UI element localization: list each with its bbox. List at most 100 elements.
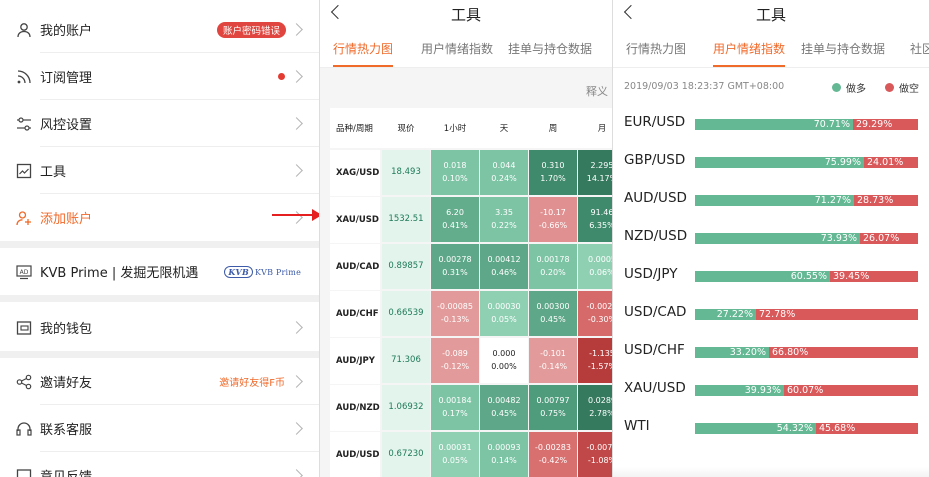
heatmap-row[interactable]: AUD/CHF 0.66539 -0.00085 -0.13% 0.00030 0.05%… — [330, 291, 612, 337]
menu-item-subscriptions[interactable]: 订阅管理 — [0, 53, 319, 100]
tab-heatmap[interactable]: 行情热力图 — [333, 40, 393, 57]
back-icon[interactable] — [623, 4, 639, 20]
heatmap-symbol: AUD/CAD — [330, 244, 380, 290]
sentiment-row[interactable]: USD/CHF 33.20% 66.80% — [613, 333, 929, 371]
heatmap-cell-percent: 0.22% — [491, 221, 517, 230]
heatmap-row[interactable]: AUD/CAD 0.89857 0.00278 0.31% 0.00412 0.46% 0.… — [330, 244, 612, 290]
long-percent-label: 73.93% — [820, 233, 857, 244]
heatmap-cell-change: -0.101 — [540, 349, 566, 358]
column-header: 1小时 — [443, 124, 467, 134]
heatmap-cell-change: 6.20 — [446, 208, 464, 217]
tab-orders-positions[interactable]: 挂单与持仓数据 — [801, 40, 885, 57]
heatmap-cell-percent: 0.10% — [442, 174, 468, 183]
heatmap-cell: 0.00031 0.05% — [431, 432, 479, 477]
heatmap-cell-change: -0.00283 — [535, 443, 571, 452]
tab-sentiment[interactable]: 用户情绪指数 — [421, 40, 493, 57]
chevron-right-icon — [290, 422, 303, 435]
heatmap-cell-percent: 0.31% — [442, 268, 468, 277]
heatmap-row[interactable]: XAG/USD 18.493 0.018 0.10% 0.044 0.24% 0.310 1.… — [330, 150, 612, 196]
account-error-badge: 账户密码错误 — [216, 21, 286, 38]
heatmap-price: 18.493 — [382, 150, 430, 195]
heatmap-cell: 0.00278 0.31% — [431, 244, 479, 289]
heatmap-cell-percent: 0.05% — [442, 456, 468, 465]
heatmap-cell-change: 0.00031 — [438, 443, 472, 452]
heatmap-cell-change: -10.17 — [540, 208, 566, 217]
menu-item-risk-settings[interactable]: 风控设置 — [0, 100, 319, 147]
heatmap-cell: 0.00482 0.45% — [480, 385, 528, 430]
sentiment-panel: 工具 行情热力图 用户情绪指数 挂单与持仓数据 社区 2019/09/03 18… — [612, 0, 929, 477]
short-percent-label: 45.68% — [819, 423, 856, 434]
heatmap-cell-percent: 6.35% — [589, 221, 612, 230]
column-header: 周 — [548, 124, 558, 134]
menu-item-my-account[interactable]: 我的账户 账户密码错误 — [0, 6, 319, 53]
heatmap-cell: 0.00412 0.46% — [480, 244, 528, 289]
tab-sentiment[interactable]: 用户情绪指数 — [713, 40, 785, 57]
heatmap-symbol: AUD/USD — [330, 432, 380, 477]
nav-bar: 工具 — [320, 0, 612, 28]
headset-icon — [16, 421, 32, 436]
legend-short-swatch — [885, 83, 894, 92]
sentiment-symbol: WTI — [624, 418, 650, 434]
heatmap-cell-change: 0.00093 — [487, 443, 521, 452]
tab-orders-positions[interactable]: 挂单与持仓数据 — [508, 40, 592, 57]
short-percent-label: 26.07% — [863, 233, 900, 244]
sentiment-row[interactable]: AUD/USD 71.27% 28.73% — [613, 181, 929, 219]
column-header: 月 — [597, 124, 607, 134]
menu-item-wallet[interactable]: 我的钱包 — [0, 304, 319, 351]
heatmap-cell: 0.00300 0.45% — [529, 291, 577, 336]
menu-item-add-account[interactable]: 添加账户 — [0, 194, 319, 241]
heatmap-cell-percent: -0.42% — [538, 456, 568, 465]
tab-bar: 行情热力图 用户情绪指数 挂单与持仓数据 — [320, 28, 612, 68]
tab-heatmap[interactable]: 行情热力图 — [626, 40, 686, 57]
long-percent-label: 27.22% — [716, 309, 753, 320]
long-percent-label: 75.99% — [824, 157, 861, 168]
heatmap-cell-percent: 2.78% — [589, 409, 612, 418]
sliders-icon — [17, 116, 31, 131]
heatmap-row[interactable]: AUD/JPY 71.306 -0.089 -0.12% 0.000 0.00% -0.10… — [330, 338, 612, 384]
section-gap — [0, 351, 319, 358]
legend-short: 做空 — [885, 80, 919, 95]
sentiment-row[interactable]: USD/CAD 27.22% 72.78% — [613, 295, 929, 333]
sentiment-row[interactable]: USD/JPY 60.55% 39.45% — [613, 257, 929, 295]
heatmap-price: 71.306 — [382, 338, 430, 383]
sentiment-symbol: USD/JPY — [624, 266, 678, 282]
sentiment-row[interactable]: NZD/USD 73.93% 26.07% — [613, 219, 929, 257]
heatmap-price: 1.06932 — [382, 385, 430, 430]
heatmap-cell-change: 0.0289 — [588, 396, 612, 405]
heatmap-symbol: AUD/JPY — [330, 338, 380, 384]
menu-item-label: 我的账户 — [40, 24, 93, 39]
heatmap-cell: 0.00030 0.05% — [480, 291, 528, 336]
rss-icon — [17, 69, 31, 83]
heatmap-row[interactable]: XAU/USD 1532.51 6.20 0.41% 3.35 0.22% -10.17 -0… — [330, 197, 612, 243]
heatmap-header: 品种/周期 现价 1小时 天 周 月 — [330, 108, 612, 148]
column-header: 天 — [499, 124, 509, 134]
heatmap-cell: 0.044 0.24% — [480, 150, 528, 195]
annotation-arrow — [272, 214, 314, 216]
ad-icon: AD — [16, 264, 32, 279]
legend-long-swatch — [832, 83, 841, 92]
sentiment-symbol: XAU/USD — [624, 380, 686, 396]
banner-label: KVB Prime | 发掘无限机遇 — [40, 266, 199, 281]
sentiment-row[interactable]: EUR/USD 70.71% 29.29% — [613, 105, 929, 143]
heatmap-price: 0.89857 — [382, 244, 430, 289]
menu-item-tools[interactable]: 工具 — [0, 147, 319, 194]
kvb-prime-banner[interactable]: AD KVB Prime | 发掘无限机遇 KVB KVB Prime — [0, 248, 319, 295]
sentiment-row[interactable]: WTI 54.32% 45.68% — [613, 409, 929, 447]
back-icon[interactable] — [330, 4, 346, 20]
menu-item-customer-service[interactable]: 联系客服 — [0, 405, 319, 452]
heatmap-cell-change: 0.00797 — [536, 396, 570, 405]
heatmap-cell: 3.35 0.22% — [480, 197, 528, 242]
heatmap-cell-percent: -1.08% — [587, 456, 612, 465]
heatmap-cell-percent: 0.14% — [491, 456, 517, 465]
sentiment-row[interactable]: GBP/USD 75.99% 24.01% — [613, 143, 929, 181]
explain-link[interactable]: 释义 — [586, 83, 608, 99]
menu-item-feedback[interactable]: 意见反馈 — [0, 452, 319, 477]
heatmap-cell-change: 2.295 — [590, 161, 612, 170]
heatmap-row[interactable]: AUD/NZD 1.06932 0.00184 0.17% 0.00482 0.45% 0.… — [330, 385, 612, 431]
menu-item-invite-friends[interactable]: 邀请好友 邀请好友得F币 — [0, 358, 319, 405]
heatmap-row[interactable]: AUD/USD 0.67230 0.00031 0.05% 0.00093 0.14% -0… — [330, 432, 612, 477]
column-header: 现价 — [397, 124, 415, 134]
tab-community[interactable]: 社区 — [910, 40, 929, 57]
sentiment-row[interactable]: XAU/USD 39.93% 60.07% — [613, 371, 929, 409]
heatmap-cell: -10.17 -0.66% — [529, 197, 577, 242]
